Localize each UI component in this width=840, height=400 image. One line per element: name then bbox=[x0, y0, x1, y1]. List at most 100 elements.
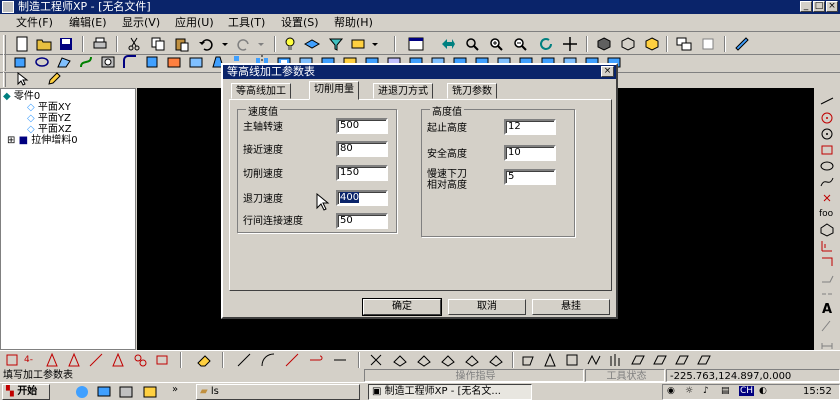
menu-tools[interactable]: 工具(T) bbox=[222, 14, 271, 32]
task-app[interactable]: ▣ 制造工程师XP - [无名文... bbox=[368, 384, 532, 400]
curve-tool-icon[interactable] bbox=[332, 352, 348, 368]
copy-icon[interactable] bbox=[150, 36, 166, 52]
close-button[interactable]: × bbox=[826, 1, 838, 12]
tray-icon[interactable]: ◉ bbox=[667, 386, 675, 396]
quicklaunch-ie-icon[interactable] bbox=[74, 384, 90, 400]
tree-item-plane-xz[interactable]: ◇ 平面XZ bbox=[27, 124, 72, 135]
machining-tool-icon[interactable]: 4- bbox=[24, 352, 40, 368]
polygon-icon[interactable] bbox=[819, 222, 835, 238]
surface-tool-icon[interactable] bbox=[368, 352, 384, 368]
machining-tool-icon[interactable] bbox=[66, 352, 82, 368]
revolve-icon[interactable] bbox=[34, 54, 50, 70]
tray-icon[interactable]: ☼ bbox=[685, 386, 693, 396]
tray-icon[interactable]: ▤ bbox=[721, 386, 730, 396]
rectangle-icon[interactable] bbox=[819, 142, 835, 158]
surface-tool-icon[interactable] bbox=[464, 352, 480, 368]
toolbar-grip[interactable] bbox=[3, 53, 6, 71]
menu-file[interactable]: 文件(F) bbox=[10, 14, 59, 32]
trim-icon[interactable] bbox=[819, 254, 835, 270]
quicklaunch-app-icon[interactable] bbox=[142, 384, 158, 400]
tray-icon[interactable]: ◐ bbox=[759, 386, 767, 396]
minimize-button[interactable]: _ bbox=[800, 1, 812, 12]
loft-icon[interactable] bbox=[56, 54, 72, 70]
undo-icon[interactable] bbox=[198, 36, 214, 52]
hole-icon[interactable] bbox=[100, 54, 116, 70]
machining-tool-icon[interactable] bbox=[44, 352, 60, 368]
quicklaunch-more-icon[interactable]: » bbox=[172, 384, 178, 395]
tile-icon[interactable] bbox=[676, 36, 692, 52]
wireframe-icon[interactable] bbox=[620, 36, 636, 52]
machining-tool-icon[interactable] bbox=[154, 352, 170, 368]
circle-icon[interactable] bbox=[819, 126, 835, 142]
text-tool-icon[interactable]: A bbox=[819, 302, 835, 318]
approach-speed-field[interactable]: 80 bbox=[336, 141, 388, 157]
window-icon[interactable] bbox=[408, 36, 424, 52]
geometry-tool-icon[interactable] bbox=[564, 352, 580, 368]
extrude-icon[interactable] bbox=[12, 54, 28, 70]
ellipse-icon[interactable] bbox=[819, 158, 835, 174]
chamfer-icon[interactable] bbox=[144, 54, 160, 70]
cutting-speed-field[interactable]: 150 bbox=[336, 165, 388, 181]
move-icon[interactable] bbox=[562, 36, 578, 52]
surface-tool-icon[interactable] bbox=[392, 352, 408, 368]
cancel-button[interactable]: 取消 bbox=[448, 299, 526, 315]
offset-curve-icon[interactable] bbox=[819, 238, 835, 254]
quicklaunch-desktop-icon[interactable] bbox=[96, 384, 112, 400]
zoom-in-icon[interactable] bbox=[488, 36, 504, 52]
measure-icon[interactable] bbox=[734, 36, 750, 52]
geometry-tool-icon[interactable] bbox=[652, 352, 668, 368]
spline-icon[interactable] bbox=[819, 174, 835, 190]
geometry-tool-icon[interactable] bbox=[674, 352, 690, 368]
edit-curve-icon[interactable] bbox=[819, 318, 835, 334]
tree-root[interactable]: ◆ 零件0 bbox=[3, 91, 40, 102]
layer-icon[interactable] bbox=[304, 36, 320, 52]
tab-contour-machining[interactable]: 等高线加工 bbox=[231, 83, 291, 99]
point-icon[interactable] bbox=[819, 110, 835, 126]
shade-icon[interactable] bbox=[596, 36, 612, 52]
undo-dropdown-icon[interactable] bbox=[218, 36, 234, 52]
cascade-icon[interactable] bbox=[700, 36, 716, 52]
dialog-close-button[interactable]: × bbox=[601, 66, 614, 77]
curve-tool-icon[interactable] bbox=[308, 352, 324, 368]
tab-approach-retract[interactable]: 进退刀方式 bbox=[373, 83, 433, 99]
geometry-tool-icon[interactable] bbox=[608, 352, 624, 368]
start-button[interactable]: ▚ 开始 bbox=[2, 384, 50, 400]
link-speed-field[interactable]: 50 bbox=[336, 213, 388, 229]
sweep-icon[interactable] bbox=[78, 54, 94, 70]
tree-item-extrude[interactable]: ⊞ ■ 拉伸增料0 bbox=[7, 135, 78, 146]
machining-tool-icon[interactable] bbox=[88, 352, 104, 368]
expand-icon[interactable]: ⊞ bbox=[7, 135, 15, 146]
sketch-pencil-icon[interactable] bbox=[46, 71, 62, 87]
tab-cutter-params[interactable]: 铣刀参数 bbox=[447, 83, 497, 99]
zoom-window-icon[interactable] bbox=[464, 36, 480, 52]
language-indicator[interactable]: CH bbox=[739, 386, 755, 396]
select-arrow-icon[interactable] bbox=[14, 71, 30, 87]
toolbar-grip[interactable] bbox=[3, 72, 6, 87]
tab-cutting-params[interactable]: 切削用量 bbox=[309, 81, 359, 100]
redo-icon[interactable] bbox=[236, 36, 252, 52]
menu-view[interactable]: 显示(V) bbox=[116, 14, 166, 32]
suspend-button[interactable]: 悬挂 bbox=[532, 299, 610, 315]
menu-edit[interactable]: 编辑(E) bbox=[63, 14, 113, 32]
eraser-icon[interactable] bbox=[196, 352, 212, 368]
solid-icon[interactable] bbox=[644, 36, 660, 52]
machining-tool-icon[interactable] bbox=[132, 352, 148, 368]
transition-icon[interactable] bbox=[819, 270, 835, 286]
surface-tool-icon[interactable] bbox=[440, 352, 456, 368]
curve-tool-icon[interactable] bbox=[236, 352, 252, 368]
machining-tool-icon[interactable] bbox=[110, 352, 126, 368]
filter-icon[interactable] bbox=[328, 36, 344, 52]
formula-curve-icon[interactable]: foo bbox=[819, 206, 835, 222]
shell-icon[interactable] bbox=[166, 54, 182, 70]
zoom-out-icon[interactable] bbox=[512, 36, 528, 52]
menu-help[interactable]: 帮助(H) bbox=[328, 14, 379, 32]
point-cross-icon[interactable] bbox=[819, 190, 835, 206]
menu-settings[interactable]: 设置(S) bbox=[275, 14, 325, 32]
color-icon[interactable] bbox=[350, 36, 366, 52]
surface-tool-icon[interactable] bbox=[416, 352, 432, 368]
geometry-tool-icon[interactable] bbox=[586, 352, 602, 368]
rotate-icon[interactable] bbox=[538, 36, 554, 52]
geometry-tool-icon[interactable] bbox=[542, 352, 558, 368]
cut-icon[interactable] bbox=[126, 36, 142, 52]
curve-tool-icon[interactable] bbox=[260, 352, 276, 368]
